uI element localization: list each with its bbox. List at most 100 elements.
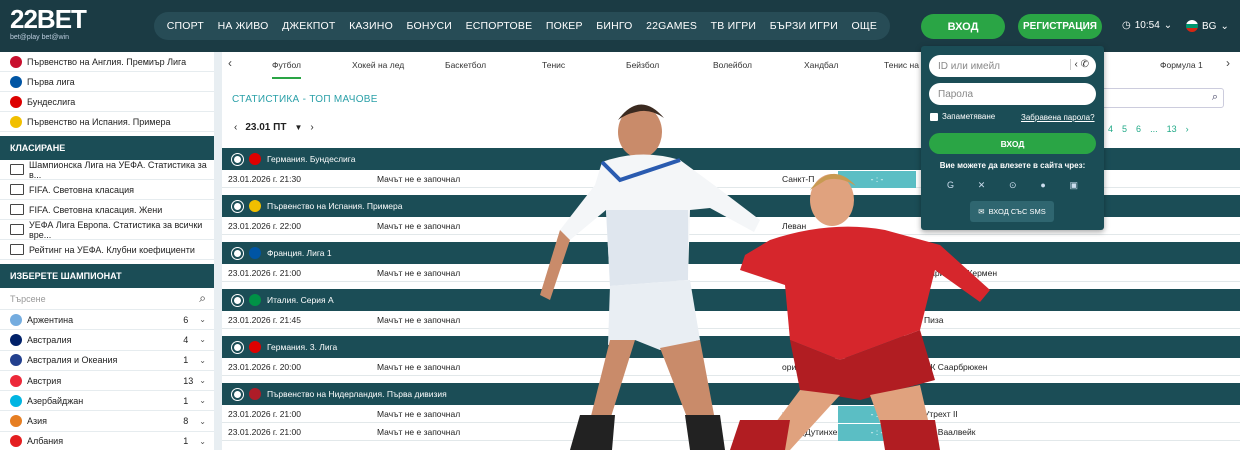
nav-item-tv-games[interactable]: ТВ ИГРИ [711,20,757,32]
football-icon [232,247,243,259]
chevron-left-icon[interactable]: ‹ [234,122,237,133]
password-input[interactable]: Парола [929,83,1096,105]
logo[interactable]: 22BET bet@play bet@win [10,6,140,46]
telegram-icon[interactable]: ⊙ [1009,180,1017,191]
nav-item-esports[interactable]: ЕСПОРТОВЕ [466,20,533,32]
chevron-right-icon[interactable]: › [310,122,313,133]
match-datetime: 23.01.2026 г. 21:00 [228,409,301,419]
page-link[interactable]: 5 [1122,124,1127,134]
match-score: - : - [838,170,916,188]
date-value[interactable]: 23.01 ПТ [245,122,286,133]
championship-item[interactable]: Азия 8 ⌄ [0,411,214,432]
sidebar-item[interactable]: Първенство на Испания. Примера [0,112,214,132]
remember-me-checkbox[interactable]: Запаметяване [930,112,995,121]
search-icon[interactable]: ⌕ [199,291,206,306]
match-row[interactable]: 23.01.2026 г. 21:00 Мачът не е започнал их… [222,405,1240,423]
ranking-item[interactable]: FIFA. Световна класация [0,180,214,200]
championship-item[interactable]: Албания 1 ⌄ [0,432,214,450]
page-link[interactable]: 4 [1108,124,1113,134]
nav-item-22games[interactable]: 22GAMES [646,20,697,32]
sms-login-button[interactable]: ✉ ВХОД СЪС SMS [970,201,1054,222]
championship-item[interactable]: Австрия 13 ⌄ [0,371,214,392]
tab-football[interactable]: Футбол [272,60,301,79]
match-datetime: 23.01.2026 г. 22:00 [228,221,301,231]
password-placeholder: Парола [938,88,974,100]
ranking-item[interactable]: FIFA. Световна класация. Жени [0,200,214,220]
flag-icon [249,388,261,400]
tab-ice-hockey[interactable]: Хокей на лед [352,60,404,70]
match-row[interactable]: 23.01.2026 г. 20:00 Мачът не е започнал ор… [222,358,1240,376]
championship-count: 1 [183,436,189,447]
login-submit-button[interactable]: ВХОД [929,133,1096,154]
championship-name: Австрия [27,375,62,386]
clock-time: 10:54 [1134,20,1160,31]
chevron-down-icon: ⌄ [1163,20,1173,31]
ranking-item[interactable]: Шампионска Лига на УЕФА. Статистика за в… [0,160,214,180]
ranking-heading: КЛАСИРАНЕ [0,136,214,160]
championship-item[interactable]: Австралия 4 ⌄ [0,330,214,351]
championship-item[interactable]: Австралия и Океания 1 ⌄ [0,351,214,371]
nav-item-bonuses[interactable]: БОНУСИ [406,20,452,32]
sidebar-item-label: Първа лига [27,76,75,87]
league-header[interactable]: Франция. Лига 1 [222,242,1240,264]
stats-search-input[interactable]: ⌕ [1098,88,1224,108]
tab-tennis[interactable]: Тенис [542,60,565,70]
nav-item-bingo[interactable]: БИНГО [596,20,632,32]
chevron-right-icon[interactable]: › [1226,56,1230,70]
tab-basketball[interactable]: Баскетбол [445,60,486,70]
nav-item-fast-games[interactable]: БЪРЗИ ИГРИ [770,20,838,32]
phone-icon[interactable]: ‹ ✆ [1069,59,1089,70]
register-button[interactable]: РЕГИСТРАЦИЯ [1018,14,1102,39]
chevron-right-icon[interactable]: › [1186,124,1189,134]
league-header[interactable]: Италия. Серия А [222,289,1240,311]
steam-icon[interactable]: ▣ [1069,180,1078,191]
championship-search-input[interactable]: Търсене ⌕ [0,288,214,310]
forgot-password-link[interactable]: Забравена парола? [1021,113,1095,122]
nav-item-poker[interactable]: ПОКЕР [546,20,583,32]
sidebar-item[interactable]: Първа лига [0,72,214,92]
league-header[interactable]: Германия. 3. Лига [222,336,1240,358]
chevron-down-icon[interactable]: ▼ [294,123,302,132]
ranking-item[interactable]: Рейтинг на УЕФА. Клубни коефициенти [0,240,214,260]
championship-item[interactable]: Аржентина 6 ⌄ [0,310,214,331]
championship-item[interactable]: Азербайджан 1 ⌄ [0,391,214,412]
match-datetime: 23.01.2026 г. 21:00 [228,268,301,278]
championship-name: Австралия и Океания [27,355,118,366]
sidebar-item[interactable]: Бундеслига [0,92,214,112]
login-button[interactable]: ВХОД [921,14,1005,39]
ranking-item-label: Рейтинг на УЕФА. Клубни коефициенти [29,244,195,255]
chevron-left-icon[interactable]: ‹ [228,56,232,70]
id-or-email-input[interactable]: ID или имейл ‹ ✆ [929,55,1096,77]
flag-icon [10,333,22,346]
apple-icon[interactable]: ● [1040,180,1045,191]
page-link[interactable]: 6 [1136,124,1141,134]
nav-item-live[interactable]: НА ЖИВО [218,20,269,32]
ranking-item[interactable]: УЕФА Лига Европа. Статистика за всички в… [0,220,214,240]
ranking-item-label: Шампионска Лига на УЕФА. Статистика за в… [29,159,207,180]
tab-baseball[interactable]: Бейзбол [626,60,659,70]
match-status: Мачът не е започнал [377,315,461,325]
sms-login-label: ВХОД СЪС SMS [988,207,1046,216]
tab-volleyball[interactable]: Волейбол [713,60,752,70]
nav-item-more[interactable]: ОЩЕ [852,20,878,32]
page-link[interactable]: 13 [1167,124,1177,134]
match-row[interactable]: 23.01.2026 г. 21:00 Мачът не е започнал сх… [222,423,1240,441]
match-score: - : - [838,311,916,329]
google-icon[interactable]: G [947,180,954,191]
x-icon[interactable]: ✕ [978,180,986,191]
clock[interactable]: ◷ 10:54 ⌄ [1122,20,1172,31]
language-selector[interactable]: BG ⌄ [1186,20,1229,32]
flag-icon [10,394,22,407]
sidebar: Първенство на Англия. Премиър Лига Първа… [0,52,214,450]
tab-handball[interactable]: Хандбал [804,60,838,70]
away-team: ФК Саарбрюкен [924,362,988,372]
search-icon[interactable]: ⌕ [1212,91,1218,104]
sidebar-item[interactable]: Първенство на Англия. Премиър Лига [0,52,214,72]
league-header[interactable]: Първенство на Нидерландия. Първа дивизия [222,383,1240,405]
nav-item-sport[interactable]: СПОРТ [167,20,204,32]
nav-item-casino[interactable]: КАЗИНО [349,20,393,32]
match-row[interactable]: 23.01.2026 г. 21:45 Мачът не е започнал - … [222,311,1240,329]
match-row[interactable]: 23.01.2026 г. 21:00 Мачът не е започнал - … [222,264,1240,282]
tab-formula-1[interactable]: Формула 1 [1160,60,1203,70]
nav-item-jackpot[interactable]: ДЖЕКПОТ [282,20,335,32]
